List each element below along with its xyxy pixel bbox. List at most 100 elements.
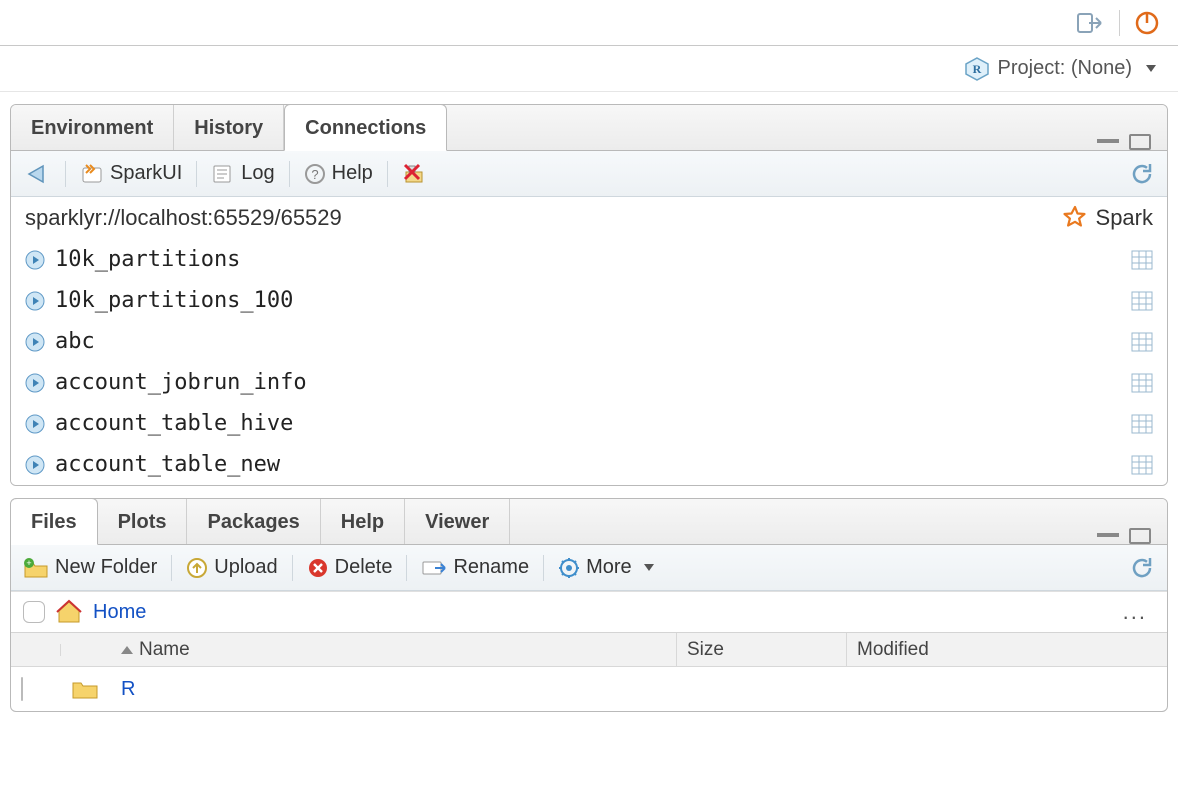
table-row[interactable]: 10k_partitions — [11, 239, 1167, 280]
svg-text:+: + — [26, 558, 31, 568]
log-label: Log — [241, 162, 274, 185]
more-button[interactable]: More — [558, 556, 654, 579]
tab-help[interactable]: Help — [321, 499, 405, 544]
folder-icon — [71, 678, 99, 700]
project-label[interactable]: Project: (None) — [998, 57, 1133, 80]
tab-plots[interactable]: Plots — [98, 499, 188, 544]
divider — [406, 555, 407, 581]
preview-table-icon[interactable] — [1131, 373, 1153, 393]
table-row[interactable]: 10k_partitions_100 — [11, 280, 1167, 321]
row-checkbox[interactable] — [21, 677, 23, 701]
pane-maximize-icon[interactable] — [1129, 528, 1151, 544]
new-folder-button[interactable]: + New Folder — [23, 556, 157, 579]
preview-table-icon[interactable] — [1131, 250, 1153, 270]
power-icon[interactable] — [1134, 10, 1160, 36]
files-toolbar: + New Folder Upload Delete Rename More — [11, 545, 1167, 591]
pane-minimize-icon[interactable] — [1097, 531, 1119, 537]
divider — [292, 555, 293, 581]
pane-maximize-icon[interactable] — [1129, 134, 1151, 150]
divider — [543, 555, 544, 581]
preview-table-icon[interactable] — [1131, 414, 1153, 434]
log-button[interactable]: Log — [211, 162, 274, 185]
tab-history[interactable]: History — [174, 105, 284, 150]
preview-table-icon[interactable] — [1131, 332, 1153, 352]
rename-label: Rename — [453, 556, 529, 579]
sparkui-label: SparkUI — [110, 162, 182, 185]
expand-icon[interactable] — [25, 250, 45, 270]
app-topbar — [0, 0, 1178, 46]
table-row[interactable]: account_table_hive — [11, 403, 1167, 444]
table-row[interactable]: abc — [11, 321, 1167, 362]
chevron-down-icon[interactable] — [1146, 65, 1156, 72]
table-name: account_table_new — [55, 452, 280, 477]
connections-toolbar: SparkUI Log ? Help — [11, 151, 1167, 197]
divider — [65, 161, 66, 187]
refresh-icon[interactable] — [1129, 555, 1155, 581]
refresh-icon[interactable] — [1129, 161, 1155, 187]
more-path-icon[interactable]: ... — [1123, 599, 1155, 625]
help-button[interactable]: ? Help — [304, 162, 373, 185]
breadcrumb-home[interactable]: Home — [93, 601, 146, 624]
file-modified — [847, 683, 1167, 695]
tab-files[interactable]: Files — [11, 498, 98, 545]
tab-environment[interactable]: Environment — [11, 105, 174, 150]
svg-text:?: ? — [311, 167, 318, 182]
more-label: More — [586, 556, 632, 579]
pane-minimize-icon[interactable] — [1097, 137, 1119, 143]
file-name[interactable]: R — [111, 672, 677, 707]
files-breadcrumb: Home ... — [11, 591, 1167, 633]
upload-label: Upload — [214, 556, 277, 579]
files-pane: Files Plots Packages Help Viewer + New F… — [10, 498, 1168, 712]
divider — [387, 161, 388, 187]
upload-button[interactable]: Upload — [186, 556, 277, 579]
expand-icon[interactable] — [25, 291, 45, 311]
connections-tabstrip: Environment History Connections — [11, 105, 1167, 151]
tab-connections[interactable]: Connections — [284, 104, 447, 151]
tab-viewer[interactable]: Viewer — [405, 499, 510, 544]
column-modified[interactable]: Modified — [847, 633, 1167, 667]
table-name: abc — [55, 329, 95, 354]
table-name: 10k_partitions — [55, 247, 240, 272]
column-size[interactable]: Size — [677, 633, 847, 667]
chevron-down-icon — [644, 564, 654, 571]
divider — [171, 555, 172, 581]
divider — [289, 161, 290, 187]
new-folder-label: New Folder — [55, 556, 157, 579]
connections-pane: Environment History Connections SparkUI … — [10, 104, 1168, 486]
table-row[interactable]: account_table_new — [11, 444, 1167, 485]
preview-table-icon[interactable] — [1131, 455, 1153, 475]
sort-asc-icon — [121, 646, 133, 654]
connection-string-row: sparklyr://localhost:65529/65529 Spark — [11, 197, 1167, 239]
column-name[interactable]: Name — [111, 633, 677, 667]
tab-packages[interactable]: Packages — [187, 499, 320, 544]
spark-star-icon — [1062, 205, 1088, 231]
home-icon[interactable] — [55, 599, 83, 625]
delete-label: Delete — [335, 556, 393, 579]
back-arrow-icon[interactable] — [23, 162, 51, 186]
expand-icon[interactable] — [25, 455, 45, 475]
expand-icon[interactable] — [25, 332, 45, 352]
disconnect-icon[interactable] — [402, 162, 430, 186]
connection-tables: 10k_partitions 10k_partitions_100 abc ac… — [11, 239, 1167, 485]
expand-icon[interactable] — [25, 414, 45, 434]
select-all-checkbox[interactable] — [23, 601, 45, 623]
logout-icon[interactable] — [1077, 11, 1105, 35]
rename-button[interactable]: Rename — [421, 556, 529, 579]
connection-string: sparklyr://localhost:65529/65529 — [25, 205, 342, 231]
expand-icon[interactable] — [25, 373, 45, 393]
files-header-row: Name Size Modified — [11, 633, 1167, 667]
connection-kind: Spark — [1096, 205, 1153, 231]
svg-text:R: R — [972, 62, 981, 76]
delete-button[interactable]: Delete — [307, 556, 393, 579]
file-row[interactable]: R — [11, 667, 1167, 711]
divider — [1119, 10, 1120, 36]
sparkui-button[interactable]: SparkUI — [80, 162, 182, 185]
table-name: 10k_partitions_100 — [55, 288, 293, 313]
preview-table-icon[interactable] — [1131, 291, 1153, 311]
table-name: account_jobrun_info — [55, 370, 307, 395]
table-name: account_table_hive — [55, 411, 293, 436]
divider — [196, 161, 197, 187]
table-row[interactable]: account_jobrun_info — [11, 362, 1167, 403]
help-label: Help — [332, 162, 373, 185]
r-cube-icon: R — [964, 56, 990, 82]
